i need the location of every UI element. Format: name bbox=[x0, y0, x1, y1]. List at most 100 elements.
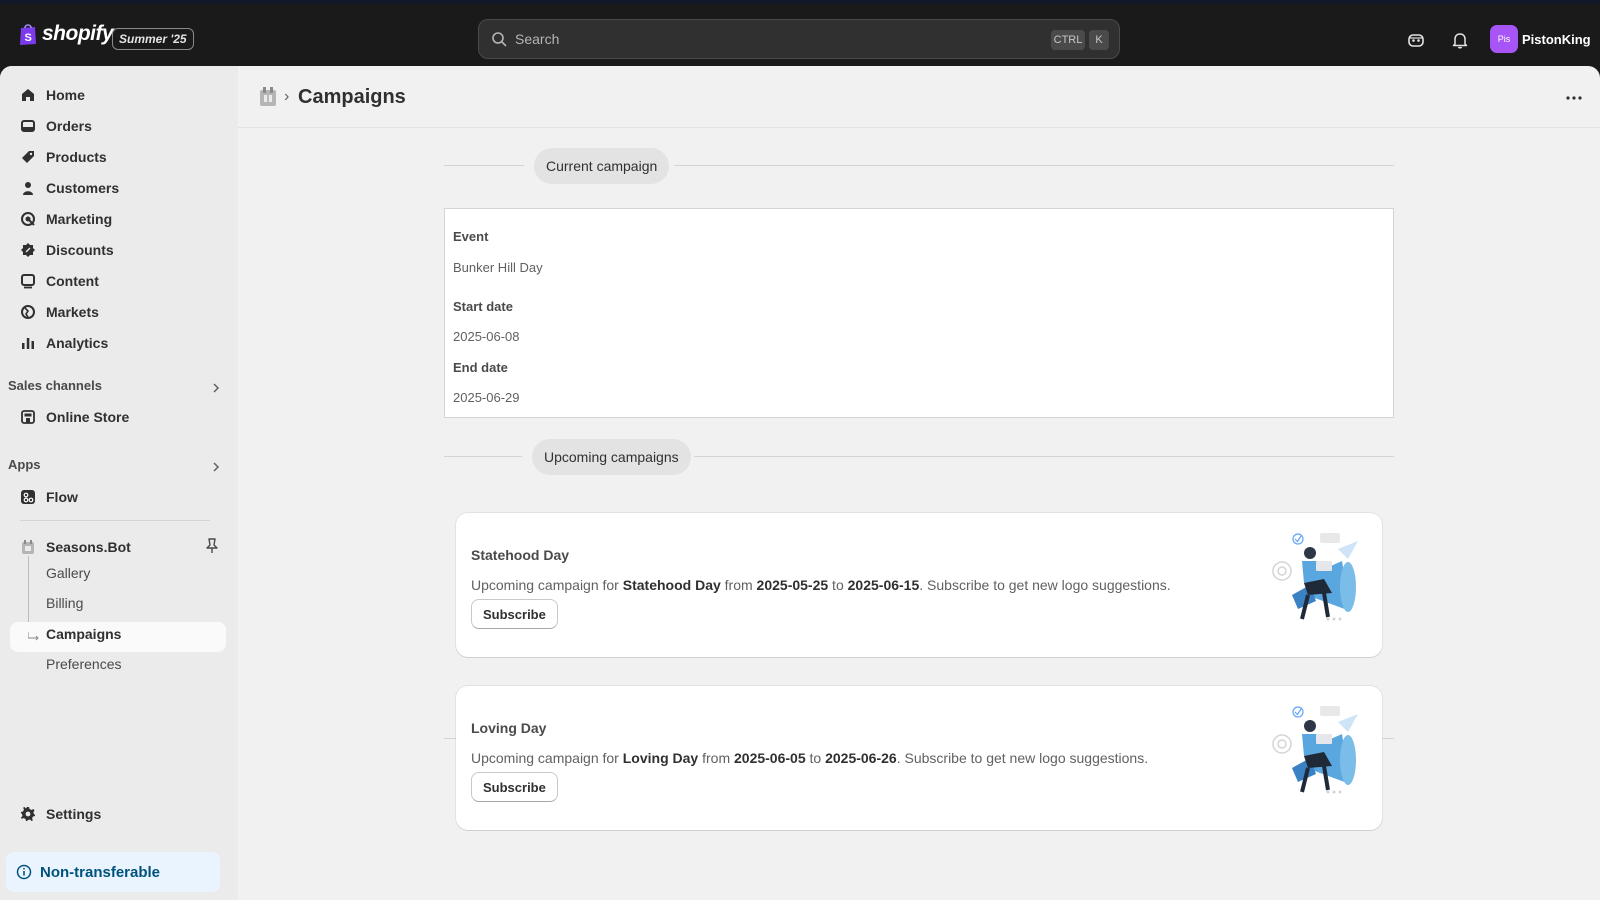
divider-line bbox=[444, 456, 522, 457]
content-icon bbox=[21, 274, 35, 289]
nav-orders-label: Orders bbox=[46, 118, 92, 134]
desc-end-date: 2025-06-26 bbox=[825, 750, 897, 766]
current-campaign-heading: Current campaign bbox=[534, 148, 670, 184]
event-value: Bunker Hill Day bbox=[453, 260, 543, 275]
upcoming-campaign-card: Statehood Day Upcoming campaign for Stat… bbox=[456, 513, 1382, 657]
nav-flow-label: Flow bbox=[46, 489, 78, 505]
svg-text:S: S bbox=[25, 32, 32, 44]
start-date-label: Start date bbox=[453, 299, 513, 314]
shopify-bag-icon: S bbox=[20, 24, 36, 45]
desc-event: Loving Day bbox=[622, 750, 699, 766]
nav-seasons-bot[interactable]: Seasons.Bot bbox=[10, 532, 226, 562]
sidebar-item-campaigns[interactable]: Campaigns bbox=[46, 626, 121, 642]
tree-branch-icon bbox=[28, 632, 39, 641]
divider-line bbox=[694, 456, 1394, 457]
person-icon bbox=[23, 182, 33, 195]
page-header: › Campaigns bbox=[238, 66, 1600, 128]
ellipsis-icon bbox=[1566, 96, 1582, 100]
nav-marketing[interactable]: Marketing bbox=[10, 204, 226, 234]
nav-customers-label: Customers bbox=[46, 180, 120, 196]
nav-analytics[interactable]: Analytics bbox=[10, 328, 226, 358]
nav-customers[interactable]: Customers bbox=[10, 173, 226, 203]
nav-settings-label: Settings bbox=[46, 806, 102, 822]
store-name[interactable]: PistonKing bbox=[1522, 32, 1591, 47]
upcoming-campaigns-heading: Upcoming campaigns bbox=[532, 439, 691, 475]
campaign-name: Loving Day bbox=[471, 720, 547, 736]
non-transferable-banner[interactable]: Non-transferable bbox=[6, 852, 220, 892]
sidebar-divider bbox=[20, 520, 210, 521]
nav-home-label: Home bbox=[46, 87, 85, 103]
subscribe-button[interactable]: Subscribe bbox=[471, 599, 558, 629]
desc-text: Upcoming campaign for bbox=[471, 577, 623, 593]
orders-icon bbox=[21, 120, 35, 132]
nav-home[interactable]: Home bbox=[10, 80, 226, 110]
campaign-name: Statehood Day bbox=[471, 547, 570, 563]
nav-products[interactable]: Products bbox=[10, 142, 226, 172]
sidebar: Home Orders Products Customers Marketing… bbox=[0, 66, 238, 900]
marketing-megaphone-illustration bbox=[1272, 706, 1358, 794]
more-actions-button[interactable] bbox=[1560, 84, 1588, 112]
top-bar: S shopify Summer '25 CTRL K Pis PistonKi… bbox=[0, 0, 1600, 66]
nav-online-store[interactable]: Online Store bbox=[10, 402, 226, 432]
store-icon bbox=[21, 410, 35, 424]
nav-settings[interactable]: Settings bbox=[10, 799, 226, 829]
nav-products-label: Products bbox=[46, 149, 107, 165]
marketing-megaphone-illustration bbox=[1272, 533, 1358, 621]
search-icon bbox=[492, 32, 507, 47]
gear-icon bbox=[21, 807, 35, 821]
desc-text: to bbox=[805, 750, 826, 766]
chevron-right-icon[interactable] bbox=[210, 461, 222, 473]
desc-start-date: 2025-05-25 bbox=[756, 577, 829, 593]
nav-analytics-label: Analytics bbox=[46, 335, 109, 351]
nav-orders[interactable]: Orders bbox=[10, 111, 226, 141]
shopify-logo[interactable]: S shopify bbox=[18, 22, 114, 46]
nav-online-store-label: Online Store bbox=[46, 409, 130, 425]
search-input[interactable] bbox=[515, 31, 1035, 47]
nav-discounts[interactable]: Discounts bbox=[10, 235, 226, 265]
flow-icon bbox=[21, 490, 35, 504]
shortcut-ctrl-key: CTRL bbox=[1051, 30, 1085, 50]
sales-channels-heading: Sales channels bbox=[8, 378, 102, 393]
app-shell: Home Orders Products Customers Marketing… bbox=[0, 66, 1600, 900]
search-bar[interactable]: CTRL K bbox=[478, 19, 1120, 59]
subscribe-button[interactable]: Subscribe bbox=[471, 772, 558, 802]
main-content: › Campaigns Current campaign Event Bunke… bbox=[238, 66, 1600, 900]
desc-text: to bbox=[828, 577, 848, 593]
upcoming-campaigns-divider: Upcoming campaigns bbox=[444, 439, 1394, 475]
target-icon bbox=[21, 212, 35, 226]
assistant-icon[interactable] bbox=[1406, 30, 1426, 50]
upcoming-campaign-card: Loving Day Upcoming campaign for Loving … bbox=[456, 686, 1382, 830]
current-campaign-divider: Current campaign bbox=[444, 148, 1394, 184]
campaign-description: Upcoming campaign for Statehood Day from… bbox=[471, 577, 1171, 593]
desc-end-date: 2025-06-15 bbox=[847, 577, 920, 593]
nav-seasons-bot-label: Seasons.Bot bbox=[46, 539, 131, 555]
pin-icon[interactable] bbox=[205, 538, 219, 554]
desc-text: . Subscribe to get new logo suggestions. bbox=[896, 750, 1149, 766]
sidebar-item-gallery[interactable]: Gallery bbox=[46, 565, 90, 581]
non-transferable-label: Non-transferable bbox=[40, 863, 161, 881]
seasons-bot-app-icon bbox=[22, 540, 34, 554]
sidebar-item-billing[interactable]: Billing bbox=[46, 595, 83, 611]
shortcut-k-key: K bbox=[1089, 30, 1109, 50]
discount-icon bbox=[21, 243, 35, 257]
event-label: Event bbox=[453, 229, 489, 244]
end-date-label: End date bbox=[453, 360, 508, 375]
sidebar-item-preferences[interactable]: Preferences bbox=[46, 656, 121, 672]
nav-markets[interactable]: Markets bbox=[10, 297, 226, 327]
desc-start-date: 2025-06-05 bbox=[734, 750, 806, 766]
chevron-right-icon[interactable] bbox=[210, 382, 222, 394]
nav-content[interactable]: Content bbox=[10, 266, 226, 296]
divider-line bbox=[674, 165, 1394, 166]
desc-text: from bbox=[698, 750, 734, 766]
desc-text: . Subscribe to get new logo suggestions. bbox=[919, 577, 1171, 593]
seasons-bot-app-icon[interactable] bbox=[258, 86, 278, 108]
nav-marketing-label: Marketing bbox=[46, 211, 113, 227]
nav-markets-label: Markets bbox=[46, 304, 99, 320]
nav-flow[interactable]: Flow bbox=[10, 482, 226, 512]
edition-badge[interactable]: Summer '25 bbox=[112, 28, 194, 50]
tag-icon bbox=[22, 151, 34, 163]
bell-icon[interactable] bbox=[1450, 30, 1470, 50]
divider-line bbox=[444, 165, 524, 166]
home-icon bbox=[22, 89, 34, 101]
avatar[interactable]: Pis bbox=[1490, 25, 1518, 53]
